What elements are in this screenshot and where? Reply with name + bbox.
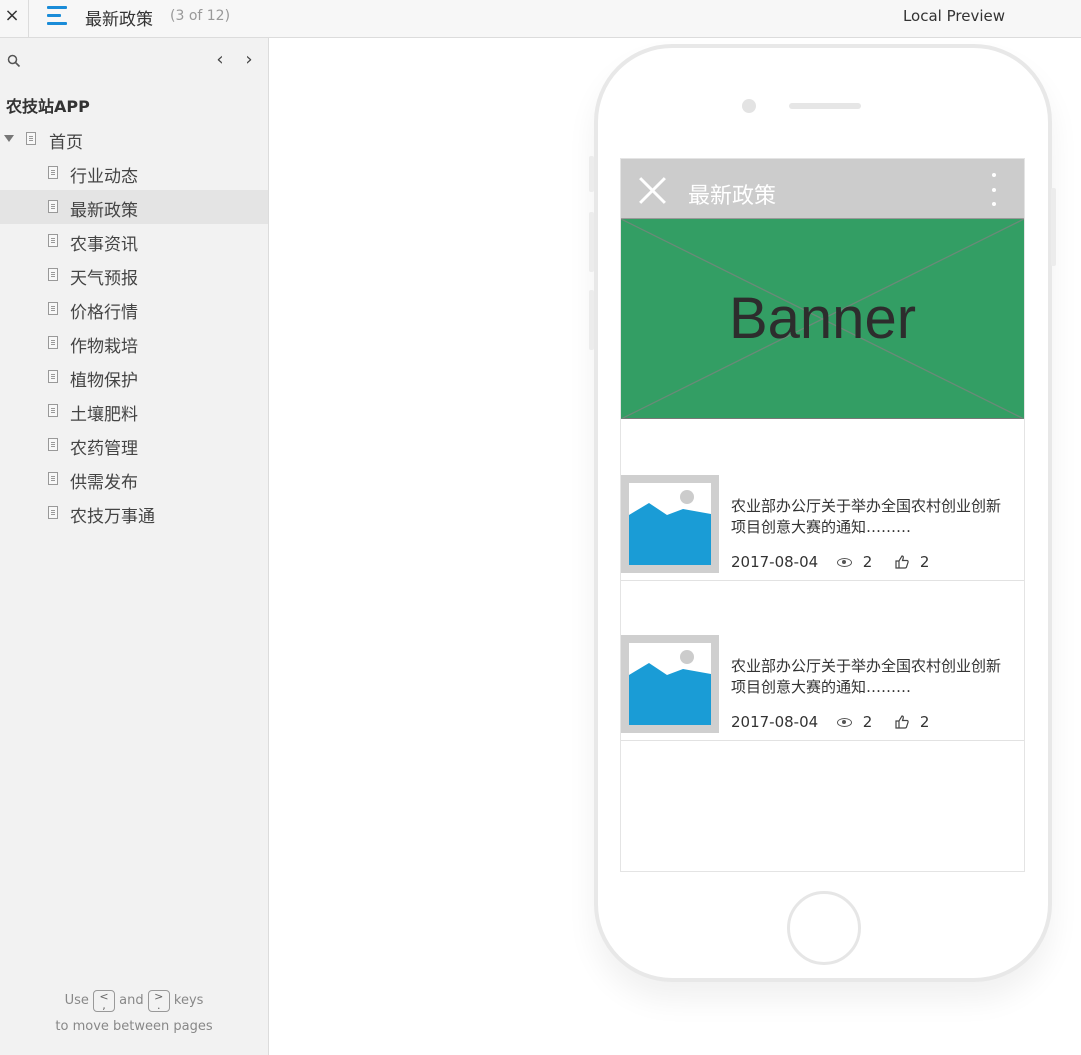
- news-item[interactable]: 农业部办公厅关于举办全国农村创业创新项目创意大赛的通知……… 2017-08-0…: [621, 419, 1024, 581]
- image-placeholder-icon: [629, 490, 711, 565]
- speaker-grille: [789, 103, 861, 109]
- likes-count: 2: [919, 712, 930, 731]
- next-key-icon: > .: [147, 989, 170, 1012]
- tree-item-home[interactable]: 首页: [0, 122, 268, 156]
- tree-item[interactable]: 农事资讯: [0, 224, 268, 258]
- app-name: 农技站APP: [6, 97, 90, 116]
- tree-item[interactable]: 作物栽培: [0, 326, 268, 360]
- hint-text: and: [119, 993, 144, 1008]
- tree-item[interactable]: 土壤肥料: [0, 394, 268, 428]
- page-icon: [48, 200, 58, 213]
- tree-item-label: 天气预报: [70, 269, 138, 289]
- hint-text: keys: [173, 993, 204, 1008]
- hint-text: to move between pages: [55, 1019, 213, 1034]
- news-meta: 2017-08-04 2 2: [731, 552, 929, 572]
- page-icon: [48, 404, 58, 417]
- views-count: 2: [862, 552, 873, 571]
- tree-item[interactable]: 价格行情: [0, 292, 268, 326]
- news-title: 农业部办公厅关于举办全国农村创业创新项目创意大赛的通知………: [731, 497, 1002, 536]
- sitemap-menu-icon[interactable]: [47, 6, 69, 26]
- page-icon: [26, 132, 36, 145]
- tree-item-label: 农事资讯: [70, 235, 138, 255]
- tree-item-active[interactable]: 最新政策: [0, 190, 268, 224]
- tree-item-label: 植物保护: [70, 371, 138, 391]
- app-header: 最新政策: [621, 159, 1024, 219]
- thumbs-up-icon[interactable]: [895, 555, 909, 569]
- prev-key-icon: < ,: [93, 989, 115, 1012]
- page-icon: [48, 268, 58, 281]
- app-header-title: 最新政策: [688, 184, 777, 209]
- page-icon: [48, 506, 58, 519]
- local-preview-label: Local Preview: [902, 7, 1005, 25]
- keyboard-hint: Use < , and > . keys to move between pag…: [0, 988, 268, 1040]
- page-tree: 首页 行业动态 最新政策 农事资讯 天气预报 价格行情 作物栽培 植物保护 土壤…: [0, 122, 268, 530]
- tree-item-label: 作物栽培: [70, 337, 138, 357]
- page-icon: [48, 166, 58, 179]
- news-date: 2017-08-04: [731, 552, 819, 571]
- phone-side-button: [589, 156, 594, 192]
- tree-item[interactable]: 农药管理: [0, 428, 268, 462]
- banner-text: Banner: [728, 286, 917, 351]
- banner-placeholder[interactable]: Banner: [621, 219, 1024, 419]
- likes-count: 2: [919, 552, 930, 571]
- search-icon[interactable]: [7, 54, 21, 68]
- phone-side-button: [589, 212, 594, 272]
- collapse-caret-icon[interactable]: [4, 135, 14, 142]
- next-page-button[interactable]: ›: [241, 51, 257, 69]
- more-options-icon[interactable]: [991, 173, 997, 207]
- page-title: 最新政策: [85, 10, 153, 30]
- phone-side-button: [589, 290, 594, 350]
- views-eye-icon: [836, 557, 852, 567]
- tree-item-label: 农技万事通: [70, 507, 155, 527]
- page-icon: [48, 438, 58, 451]
- close-icon[interactable]: ×: [4, 5, 20, 27]
- close-icon[interactable]: [639, 177, 666, 204]
- tree-item-label: 土壤肥料: [70, 405, 138, 425]
- camera-icon: [742, 99, 756, 113]
- views-eye-icon: [836, 717, 852, 727]
- tree-item[interactable]: 供需发布: [0, 462, 268, 496]
- news-item[interactable]: 农业部办公厅关于举办全国农村创业创新项目创意大赛的通知……… 2017-08-0…: [621, 579, 1024, 741]
- page-icon: [48, 336, 58, 349]
- page-icon: [48, 234, 58, 247]
- hint-text: Use: [64, 993, 89, 1008]
- page-icon: [48, 370, 58, 383]
- tree-item-label: 供需发布: [70, 473, 138, 493]
- tree-item[interactable]: 天气预报: [0, 258, 268, 292]
- page-icon: [48, 302, 58, 315]
- tree-item-label: 最新政策: [70, 201, 138, 221]
- thumbs-up-icon[interactable]: [895, 715, 909, 729]
- tree-item-label: 行业动态: [70, 167, 138, 187]
- tree-item[interactable]: 植物保护: [0, 360, 268, 394]
- phone-side-button: [1051, 188, 1056, 266]
- news-thumbnail: [621, 475, 719, 573]
- page-icon: [48, 472, 58, 485]
- news-thumbnail: [621, 635, 719, 733]
- news-meta: 2017-08-04 2 2: [731, 712, 929, 732]
- tree-item[interactable]: 行业动态: [0, 156, 268, 190]
- top-toolbar: × 最新政策 (3 of 12) Local Preview: [0, 0, 1081, 38]
- tree-item-label: 价格行情: [70, 303, 138, 323]
- views-count: 2: [862, 712, 873, 731]
- tree-item[interactable]: 农技万事通: [0, 496, 268, 530]
- news-date: 2017-08-04: [731, 712, 819, 731]
- toolbar-divider: [28, 0, 29, 38]
- sitemap-sidebar: ‹ › 农技站APP 首页 行业动态 最新政策 农事资讯 天气预报 价格行情 作…: [0, 38, 269, 1055]
- tree-item-label: 首页: [49, 133, 83, 153]
- news-title: 农业部办公厅关于举办全国农村创业创新项目创意大赛的通知………: [731, 657, 1002, 696]
- image-placeholder-icon: [629, 650, 711, 725]
- phone-screen: 最新政策 Banner 农业部办公厅关于举办全国农村创业创新项目创意大赛的通知……: [620, 158, 1025, 872]
- previous-page-button[interactable]: ‹: [212, 51, 228, 69]
- page-count: (3 of 12): [170, 8, 231, 24]
- home-button[interactable]: [787, 891, 861, 965]
- tree-item-label: 农药管理: [70, 439, 138, 459]
